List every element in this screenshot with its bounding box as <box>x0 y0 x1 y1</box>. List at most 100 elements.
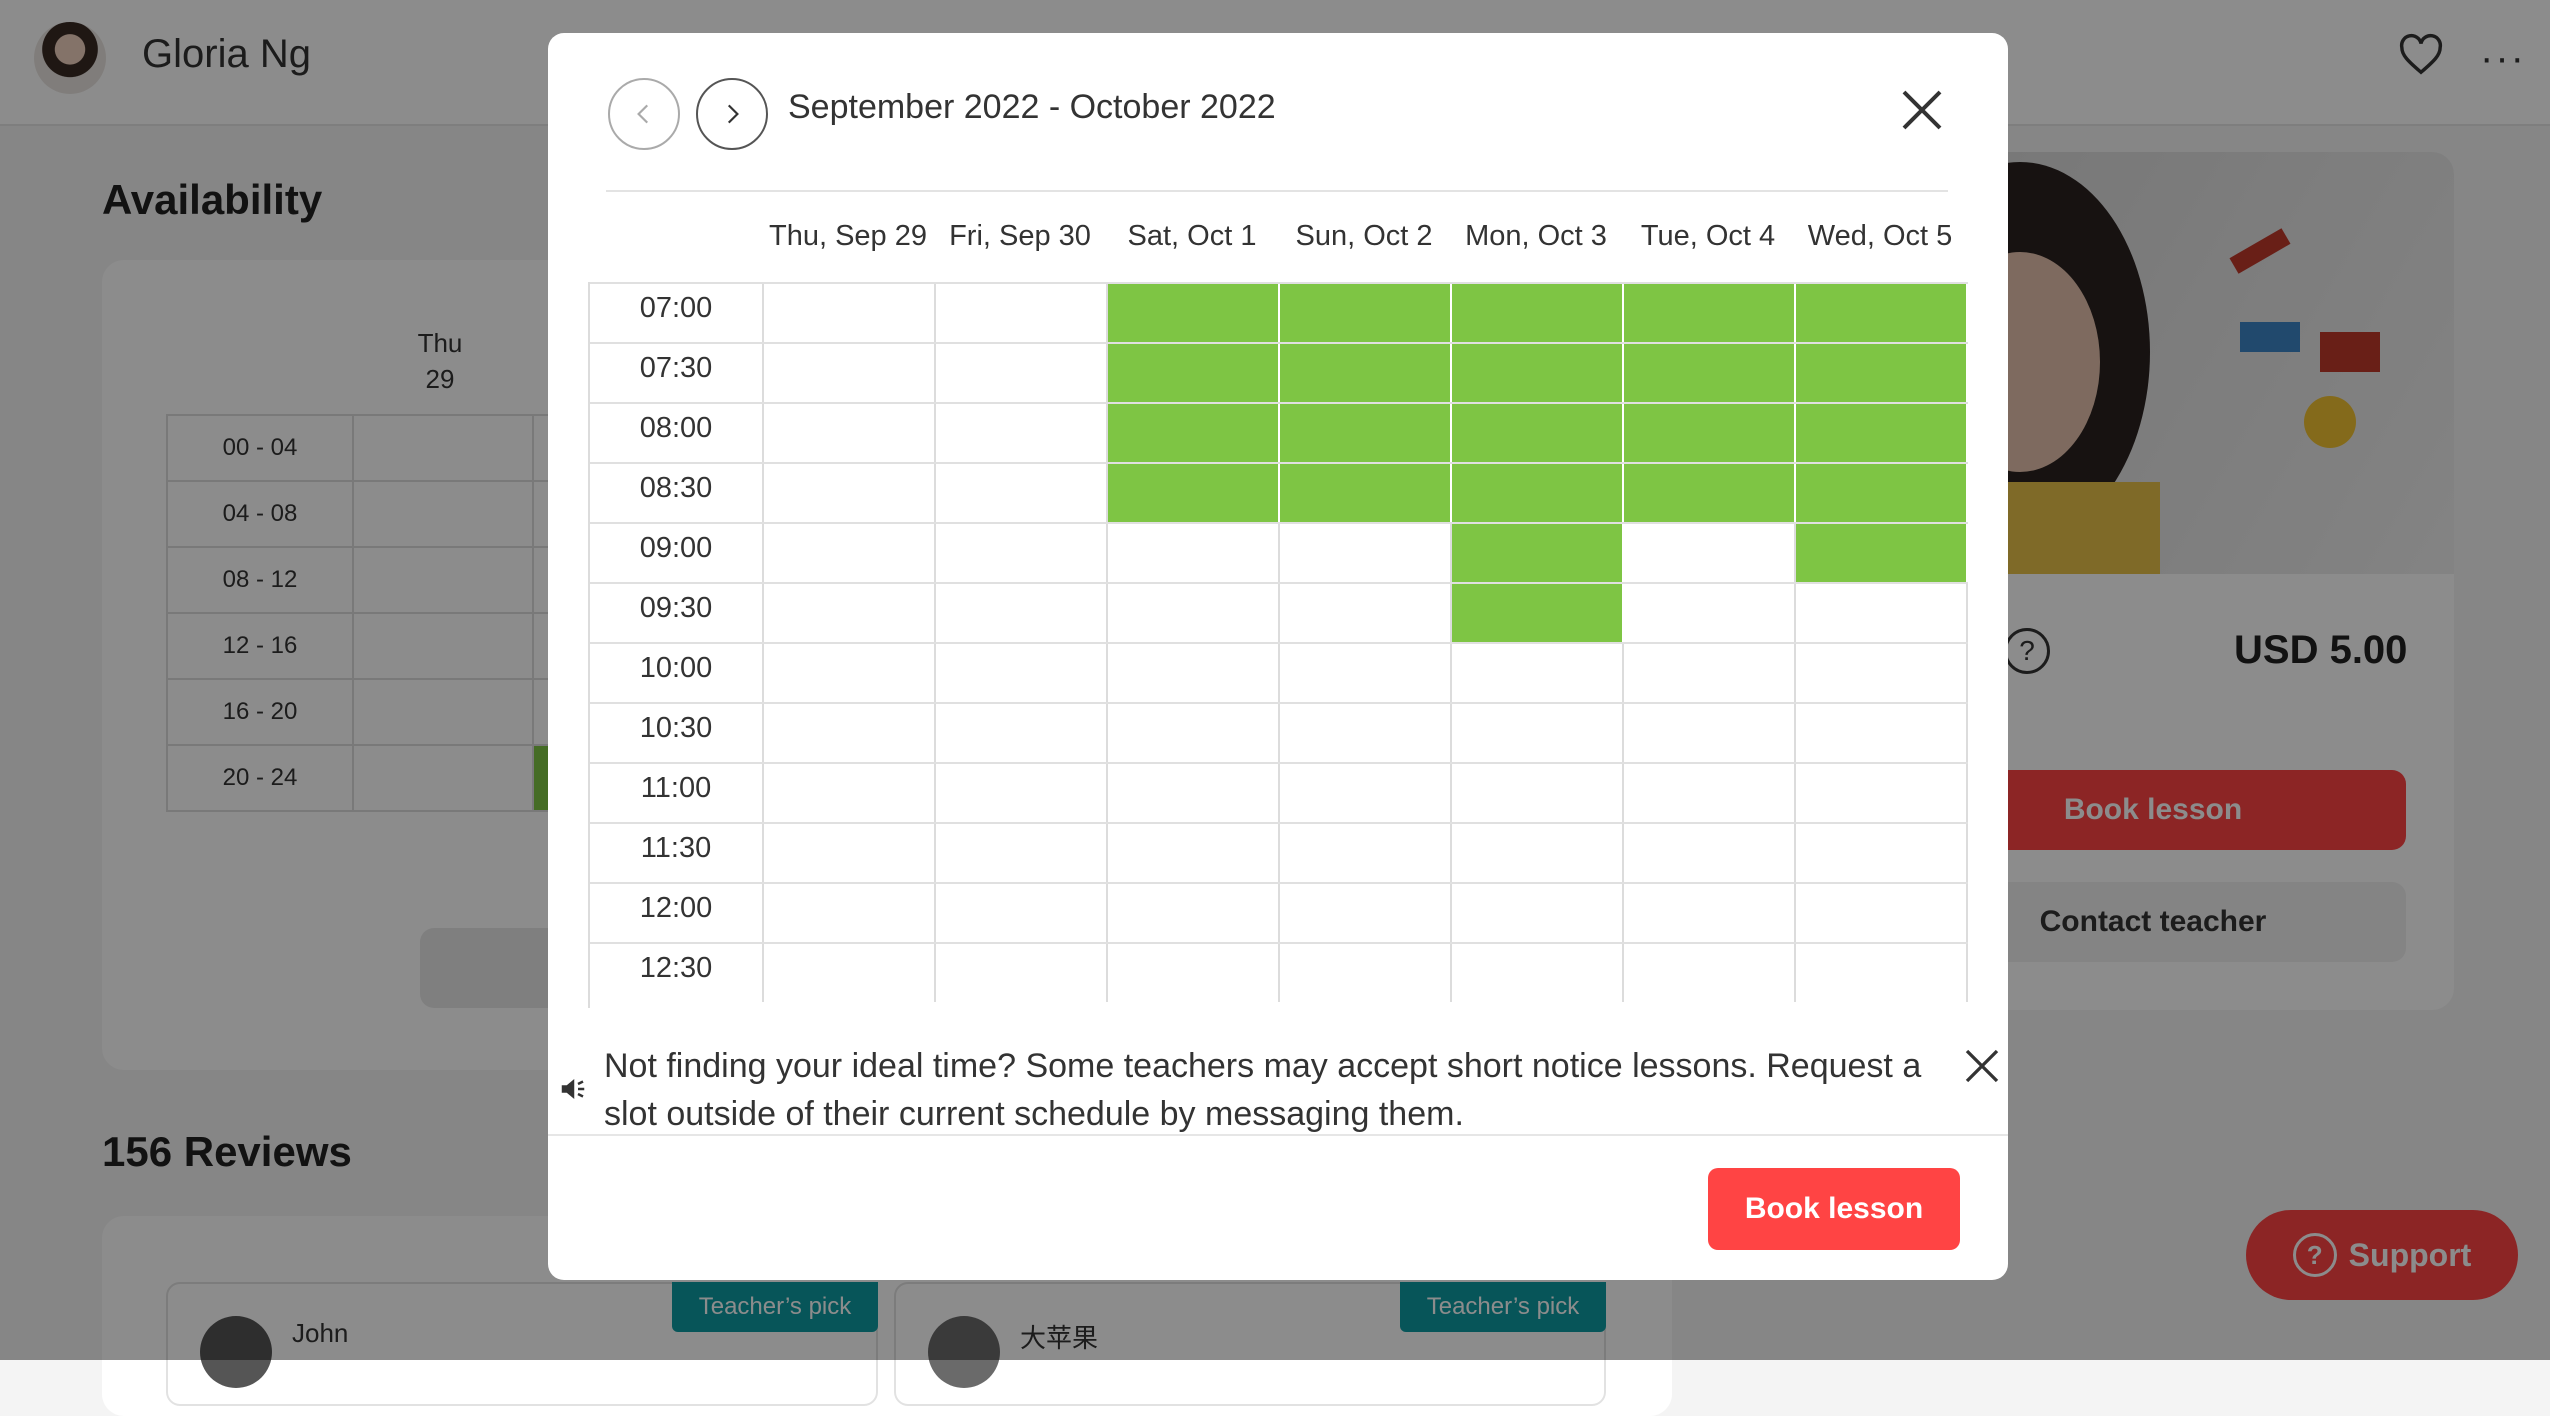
time-row: 07:30 <box>590 342 1968 402</box>
time-slot[interactable] <box>936 764 1108 822</box>
time-label: 08:30 <box>590 464 764 522</box>
time-slot[interactable] <box>1280 944 1452 1002</box>
time-slot[interactable] <box>764 824 936 882</box>
time-slot[interactable] <box>764 764 936 822</box>
time-slot[interactable] <box>764 704 936 762</box>
time-slot[interactable] <box>936 524 1108 582</box>
day-header: Fri, Sep 30 <box>949 220 1091 252</box>
time-slot[interactable] <box>1796 884 1968 942</box>
time-slot[interactable] <box>1624 944 1796 1002</box>
available-slot[interactable] <box>1280 344 1452 402</box>
time-slot[interactable] <box>1624 704 1796 762</box>
time-slot[interactable] <box>1108 524 1280 582</box>
time-slot[interactable] <box>764 584 936 642</box>
next-week-button[interactable] <box>696 78 768 150</box>
available-slot[interactable] <box>1108 464 1280 522</box>
time-slot[interactable] <box>1280 584 1452 642</box>
available-slot[interactable] <box>1796 524 1968 582</box>
time-slot[interactable] <box>1624 644 1796 702</box>
available-slot[interactable] <box>1796 404 1968 462</box>
time-slot[interactable] <box>764 524 936 582</box>
time-slot[interactable] <box>1280 704 1452 762</box>
available-slot[interactable] <box>1108 404 1280 462</box>
time-slot[interactable] <box>1796 944 1968 1002</box>
time-slot[interactable] <box>936 824 1108 882</box>
time-slot[interactable] <box>1624 584 1796 642</box>
dismiss-notice-icon[interactable] <box>1962 1046 2002 1086</box>
time-slot[interactable] <box>1108 584 1280 642</box>
time-slot[interactable] <box>1280 524 1452 582</box>
available-slot[interactable] <box>1624 344 1796 402</box>
time-slot[interactable] <box>1108 944 1280 1002</box>
available-slot[interactable] <box>1796 284 1968 342</box>
available-slot[interactable] <box>1280 464 1452 522</box>
time-slot[interactable] <box>1624 884 1796 942</box>
time-slot[interactable] <box>764 644 936 702</box>
available-slot[interactable] <box>1796 344 1968 402</box>
close-icon[interactable] <box>1898 86 1946 134</box>
time-slot[interactable] <box>1452 704 1624 762</box>
time-row: 11:00 <box>590 762 1968 822</box>
available-slot[interactable] <box>1452 464 1624 522</box>
time-slot[interactable] <box>1452 764 1624 822</box>
time-slot[interactable] <box>936 344 1108 402</box>
time-slot[interactable] <box>936 464 1108 522</box>
time-slot[interactable] <box>764 404 936 462</box>
time-slot[interactable] <box>1624 764 1796 822</box>
time-slot[interactable] <box>936 704 1108 762</box>
available-slot[interactable] <box>1624 404 1796 462</box>
time-slot[interactable] <box>764 884 936 942</box>
time-label: 11:30 <box>590 824 764 882</box>
modal-book-lesson-button[interactable]: Book lesson <box>1708 1168 1960 1250</box>
available-slot[interactable] <box>1452 584 1624 642</box>
available-slot[interactable] <box>1108 344 1280 402</box>
time-slot[interactable] <box>1452 824 1624 882</box>
available-slot[interactable] <box>1796 464 1968 522</box>
time-slot[interactable] <box>936 404 1108 462</box>
time-row: 07:00 <box>590 282 1968 342</box>
time-slot[interactable] <box>936 944 1108 1002</box>
available-slot[interactable] <box>1280 404 1452 462</box>
time-slot[interactable] <box>936 644 1108 702</box>
time-slot[interactable] <box>1280 824 1452 882</box>
time-slot[interactable] <box>936 584 1108 642</box>
time-slot[interactable] <box>1108 644 1280 702</box>
time-slot[interactable] <box>1796 644 1968 702</box>
time-slot[interactable] <box>1624 524 1796 582</box>
available-slot[interactable] <box>1452 404 1624 462</box>
time-slot[interactable] <box>1108 764 1280 822</box>
time-slot[interactable] <box>1624 824 1796 882</box>
day-header: Sun, Oct 2 <box>1295 220 1433 252</box>
time-slot[interactable] <box>1280 884 1452 942</box>
short-notice-message: Not finding your ideal time? Some teache… <box>604 1047 1922 1133</box>
time-slot[interactable] <box>1796 824 1968 882</box>
schedule-grid[interactable]: 07:00 07:30 08:00 08:30 09:00 09:30 10:00 10:30… <box>588 282 1970 1008</box>
available-slot[interactable] <box>1452 344 1624 402</box>
time-slot[interactable] <box>936 284 1108 342</box>
time-slot[interactable] <box>1452 884 1624 942</box>
available-slot[interactable] <box>1108 284 1280 342</box>
time-slot[interactable] <box>1108 824 1280 882</box>
time-slot[interactable] <box>764 464 936 522</box>
time-slot[interactable] <box>1796 764 1968 822</box>
available-slot[interactable] <box>1452 284 1624 342</box>
time-slot[interactable] <box>1280 764 1452 822</box>
time-slot[interactable] <box>1108 884 1280 942</box>
day-header: Thu, Sep 29 <box>769 220 927 252</box>
available-slot[interactable] <box>1280 284 1452 342</box>
time-slot[interactable] <box>1796 584 1968 642</box>
time-label: 08:00 <box>590 404 764 462</box>
time-slot[interactable] <box>1280 644 1452 702</box>
available-slot[interactable] <box>1624 284 1796 342</box>
previous-week-button[interactable] <box>608 78 680 150</box>
time-slot[interactable] <box>764 344 936 402</box>
time-slot[interactable] <box>1452 644 1624 702</box>
time-slot[interactable] <box>764 284 936 342</box>
available-slot[interactable] <box>1624 464 1796 522</box>
time-slot[interactable] <box>1108 704 1280 762</box>
time-slot[interactable] <box>1796 704 1968 762</box>
time-slot[interactable] <box>1452 944 1624 1002</box>
time-slot[interactable] <box>936 884 1108 942</box>
available-slot[interactable] <box>1452 524 1624 582</box>
time-slot[interactable] <box>764 944 936 1002</box>
